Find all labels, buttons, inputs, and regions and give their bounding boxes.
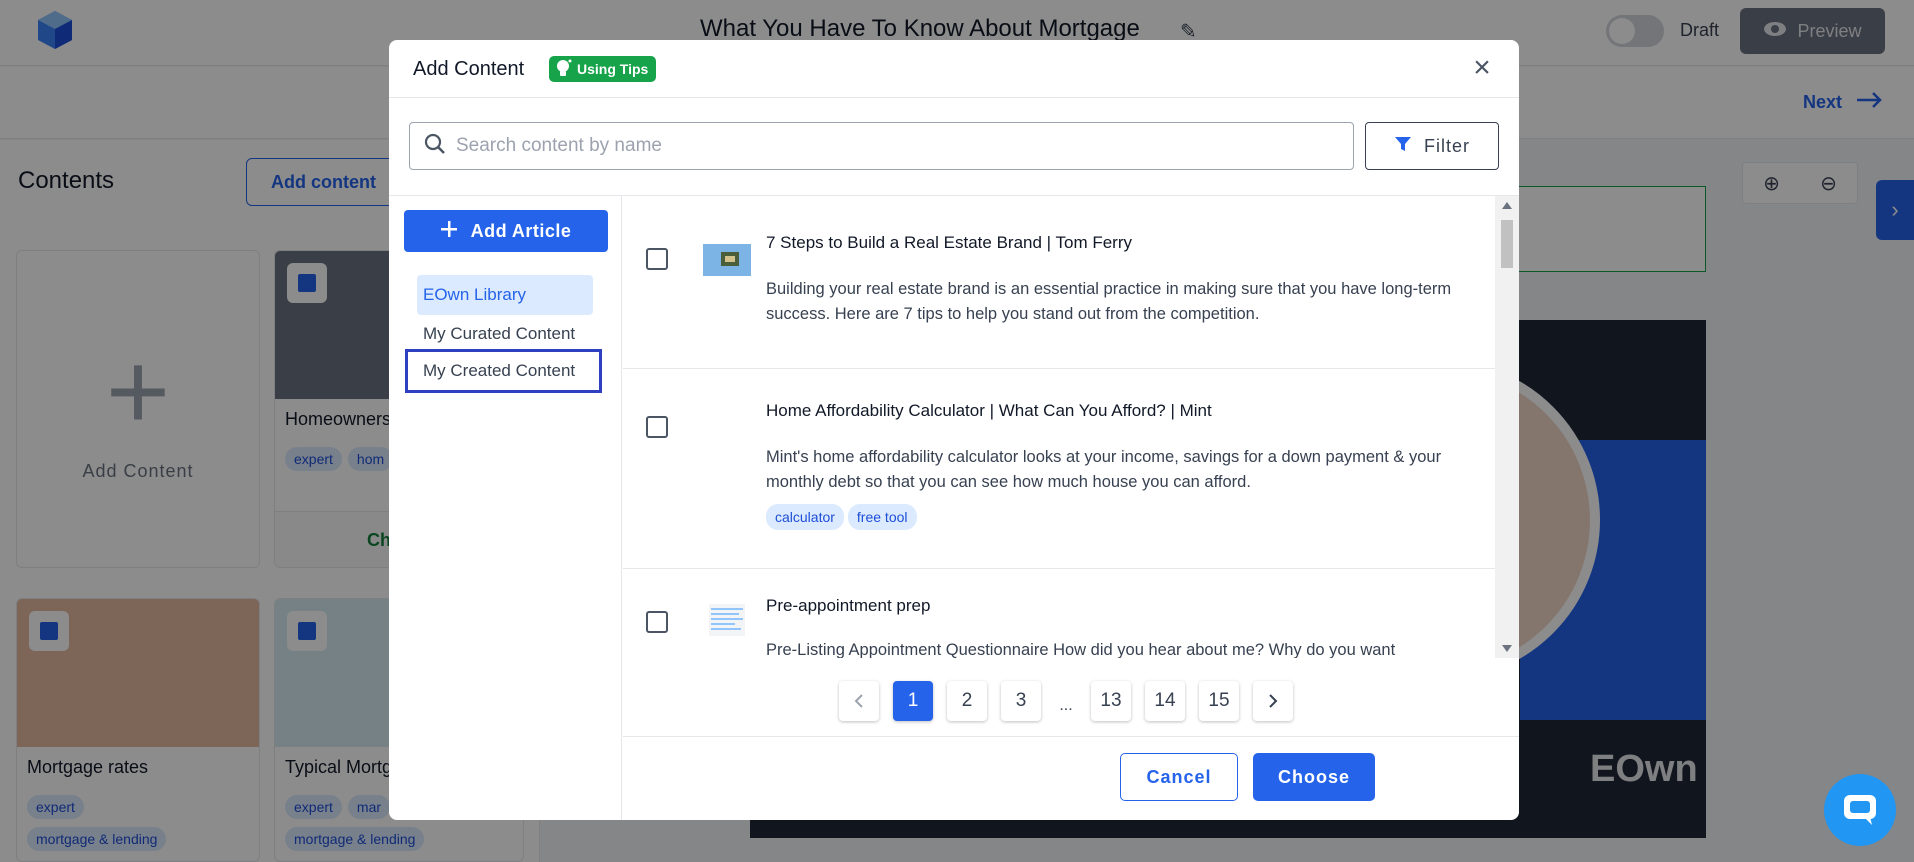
item-checkbox[interactable] — [646, 248, 668, 270]
item-tags: calculator free tool — [766, 504, 921, 530]
list-item[interactable]: 7 Steps to Build a Real Estate Brand | T… — [623, 196, 1495, 369]
scroll-down-icon[interactable] — [1502, 645, 1512, 652]
item-description: Building your real estate brand is an es… — [766, 280, 1452, 323]
item-checkbox[interactable] — [646, 611, 668, 633]
page-button[interactable]: 14 — [1145, 681, 1185, 721]
filter-icon — [1394, 135, 1412, 158]
tag[interactable]: free tool — [847, 504, 917, 530]
choose-button[interactable]: Choose — [1253, 753, 1375, 801]
item-title[interactable]: 7 Steps to Build a Real Estate Brand | T… — [766, 233, 1132, 253]
list-scrollbar[interactable] — [1495, 196, 1519, 658]
search-input[interactable] — [456, 135, 1316, 157]
page-button[interactable]: 1 — [893, 681, 933, 721]
item-checkbox[interactable] — [646, 416, 668, 438]
chat-icon[interactable] — [1824, 774, 1896, 846]
search-row: Filter — [409, 122, 1499, 170]
content-list: 7 Steps to Build a Real Estate Brand | T… — [623, 196, 1495, 658]
item-title[interactable]: Pre-appointment prep — [766, 596, 930, 616]
modal-header: Add Content Using Tips × — [389, 40, 1519, 98]
item-thumbnail — [703, 244, 751, 276]
using-tips-button[interactable]: Using Tips — [549, 56, 657, 82]
item-description: Mint's home affordability calculator loo… — [766, 448, 1442, 491]
scroll-up-icon[interactable] — [1502, 202, 1512, 209]
chevron-right-icon[interactable] — [1253, 681, 1293, 721]
tag[interactable]: calculator — [766, 504, 844, 530]
nav-item-eown-library[interactable]: EOwn Library — [417, 275, 593, 315]
list-item[interactable]: Pre-appointment prep Pre-Listing Appoint… — [623, 570, 1495, 658]
page-ellipsis: ... — [1059, 697, 1073, 714]
using-tips-label: Using Tips — [577, 61, 649, 77]
page-button[interactable]: 2 — [947, 681, 987, 721]
page-button[interactable]: 15 — [1199, 681, 1239, 721]
scroll-thumb[interactable] — [1501, 220, 1513, 268]
nav-item-my-curated-content[interactable]: My Curated Content — [417, 314, 593, 354]
item-title[interactable]: Home Affordability Calculator | What Can… — [766, 401, 1212, 421]
nav-item-my-created-content[interactable]: My Created Content — [405, 349, 602, 393]
add-article-label: Add Article — [470, 220, 572, 241]
page-button[interactable]: 3 — [1001, 681, 1041, 721]
chevron-left-icon[interactable] — [839, 681, 879, 721]
search-icon — [424, 133, 446, 160]
lightbulb-icon — [555, 58, 573, 81]
item-thumbnail — [703, 604, 751, 636]
add-content-modal: Add Content Using Tips × Filter — [389, 40, 1519, 820]
list-item[interactable]: Home Affordability Calculator | What Can… — [623, 370, 1495, 569]
plus-icon — [440, 220, 457, 242]
pagination: 1 2 3 ... 13 14 15 — [839, 681, 1293, 721]
filter-button[interactable]: Filter — [1365, 122, 1499, 170]
page-button[interactable]: 13 — [1091, 681, 1131, 721]
modal-body: Add Article EOwn Library My Curated Cont… — [389, 195, 1519, 820]
item-description: Pre-Listing Appointment Questionnaire Ho… — [766, 641, 1396, 658]
add-article-button[interactable]: Add Article — [404, 210, 608, 252]
close-icon[interactable]: × — [1467, 53, 1497, 84]
modal-title: Add Content — [413, 58, 525, 80]
cancel-button[interactable]: Cancel — [1120, 753, 1238, 801]
search-field[interactable] — [409, 122, 1354, 170]
filter-label: Filter — [1424, 135, 1470, 156]
modal-footer: Cancel Choose — [623, 736, 1519, 820]
content-source-nav: Add Article EOwn Library My Curated Cont… — [389, 196, 622, 820]
